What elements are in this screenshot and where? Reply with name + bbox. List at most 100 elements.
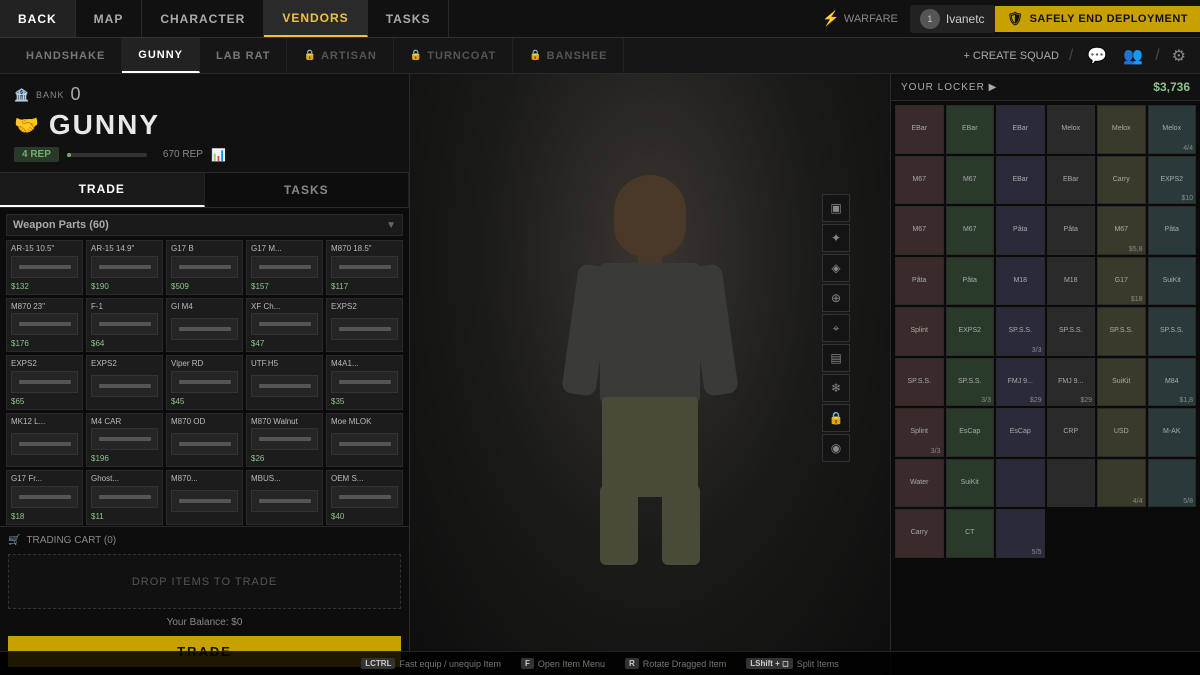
- tool-list-icon[interactable]: ▤: [822, 344, 850, 372]
- list-item[interactable]: M67: [946, 156, 995, 205]
- list-item[interactable]: M67: [895, 156, 944, 205]
- tab-handshake[interactable]: HANDSHAKE: [10, 38, 122, 73]
- nav-map[interactable]: MAP: [76, 0, 143, 37]
- list-item[interactable]: FMJ 9... $29: [996, 358, 1045, 407]
- list-item[interactable]: Melox: [1047, 105, 1096, 154]
- list-item[interactable]: 4/4: [1097, 459, 1146, 508]
- list-item[interactable]: Carry: [1097, 156, 1146, 205]
- list-item[interactable]: G17 B $509: [166, 240, 243, 295]
- list-item[interactable]: CRP: [1047, 408, 1096, 457]
- list-item[interactable]: M4A1... $35: [326, 355, 403, 410]
- list-item[interactable]: EBar: [895, 105, 944, 154]
- list-item[interactable]: EsCap: [946, 408, 995, 457]
- tool-compass-icon[interactable]: ◈: [822, 254, 850, 282]
- list-item[interactable]: XF Ch... $47: [246, 298, 323, 353]
- list-item[interactable]: EBar: [996, 105, 1045, 154]
- tool-crosshair-icon[interactable]: ⌖: [822, 314, 850, 342]
- list-item[interactable]: Melox 4/4: [1148, 105, 1197, 154]
- list-item[interactable]: UTF.H5: [246, 355, 323, 410]
- list-item[interactable]: EBar: [996, 156, 1045, 205]
- list-item[interactable]: M67: [895, 206, 944, 255]
- list-item[interactable]: SP.S.S. 3/3: [946, 358, 995, 407]
- list-item[interactable]: 5/5: [996, 509, 1045, 558]
- category-weapon-parts[interactable]: Weapon Parts (60) ▼: [6, 214, 403, 236]
- list-item[interactable]: EBar: [1047, 156, 1096, 205]
- trade-tab[interactable]: TRADE: [0, 173, 205, 207]
- tasks-tab[interactable]: TASKS: [205, 173, 410, 207]
- list-item[interactable]: Carry: [895, 509, 944, 558]
- list-item[interactable]: SuiKit: [946, 459, 995, 508]
- list-item[interactable]: EBar: [946, 105, 995, 154]
- list-item[interactable]: M67 $5,8: [1097, 206, 1146, 255]
- list-item[interactable]: EXPS2 $10: [1148, 156, 1197, 205]
- list-item[interactable]: SuiKit: [1148, 257, 1197, 306]
- list-item[interactable]: MK12 L...: [6, 413, 83, 468]
- list-item[interactable]: M4 CAR $196: [86, 413, 163, 468]
- list-item[interactable]: M18: [1047, 257, 1096, 306]
- list-item[interactable]: Splint: [895, 307, 944, 356]
- list-item[interactable]: SP.S.S.: [1097, 307, 1146, 356]
- list-item[interactable]: CT: [946, 509, 995, 558]
- list-item[interactable]: Pâta: [996, 206, 1045, 255]
- tool-snowflake-icon[interactable]: ❄: [822, 374, 850, 402]
- list-item[interactable]: M67: [946, 206, 995, 255]
- list-item[interactable]: EXPS2: [946, 307, 995, 356]
- list-item[interactable]: EXPS2: [86, 355, 163, 410]
- list-item[interactable]: AR-15 10.5" $132: [6, 240, 83, 295]
- end-deployment-button[interactable]: 🛡 SAFELY END DEPLOYMENT: [995, 6, 1200, 32]
- list-item[interactable]: SP.S.S.: [1047, 307, 1096, 356]
- items-container[interactable]: Weapon Parts (60) ▼ AR-15 10.5" $132 AR-…: [0, 208, 409, 526]
- list-item[interactable]: Melox: [1097, 105, 1146, 154]
- list-item[interactable]: SuiKit: [1097, 358, 1146, 407]
- list-item[interactable]: SP.S.S.: [1148, 307, 1197, 356]
- list-item[interactable]: Splint 3/3: [895, 408, 944, 457]
- list-item[interactable]: EXPS2 $65: [6, 355, 83, 410]
- list-item[interactable]: G17 M... $157: [246, 240, 323, 295]
- squad-icon[interactable]: 👥: [1119, 44, 1147, 68]
- tool-add-icon[interactable]: ⊕: [822, 284, 850, 312]
- list-item[interactable]: M870...: [166, 470, 243, 525]
- chat-icon[interactable]: 💬: [1083, 44, 1111, 68]
- list-item[interactable]: USD: [1097, 408, 1146, 457]
- list-item[interactable]: Pâta: [946, 257, 995, 306]
- list-item[interactable]: SP.S.S. 3/3: [996, 307, 1045, 356]
- list-item[interactable]: M870 Walnut $26: [246, 413, 323, 468]
- list-item[interactable]: G17 Fr... $18: [6, 470, 83, 525]
- cart-drop-area[interactable]: DROP ITEMS TO TRADE: [8, 554, 401, 609]
- tab-labrat[interactable]: LAB RAT: [200, 38, 287, 73]
- list-item[interactable]: Viper RD $45: [166, 355, 243, 410]
- list-item[interactable]: M-AK: [1148, 408, 1197, 457]
- nav-vendors[interactable]: VENDORS: [264, 0, 367, 37]
- list-item[interactable]: Moe MLOK: [326, 413, 403, 468]
- list-item[interactable]: M870 23" $176: [6, 298, 83, 353]
- tab-gunny[interactable]: GUNNY: [122, 38, 200, 73]
- list-item[interactable]: AR-15 14.9" $190: [86, 240, 163, 295]
- tool-grid-icon[interactable]: ▣: [822, 194, 850, 222]
- list-item[interactable]: GI M4: [166, 298, 243, 353]
- list-item[interactable]: MBUS...: [246, 470, 323, 525]
- list-item[interactable]: Pâta: [895, 257, 944, 306]
- settings-icon[interactable]: ⚙: [1168, 44, 1190, 68]
- tool-lock-icon[interactable]: 🔒: [822, 404, 850, 432]
- nav-back[interactable]: BACK: [0, 0, 76, 37]
- nav-character[interactable]: CHARACTER: [142, 0, 264, 37]
- list-item[interactable]: OEM S... $40: [326, 470, 403, 525]
- list-item[interactable]: M870 OD: [166, 413, 243, 468]
- list-item[interactable]: EsCap: [996, 408, 1045, 457]
- list-item[interactable]: M870 18.5" $117: [326, 240, 403, 295]
- create-squad-button[interactable]: + CREATE SQUAD: [963, 50, 1058, 62]
- list-item[interactable]: G17 $18: [1097, 257, 1146, 306]
- list-item[interactable]: Water: [895, 459, 944, 508]
- list-item[interactable]: FMJ 9... $29: [1047, 358, 1096, 407]
- nav-tasks[interactable]: TASKS: [368, 0, 450, 37]
- list-item[interactable]: M84 $1,8: [1148, 358, 1197, 407]
- list-item[interactable]: M18: [996, 257, 1045, 306]
- list-item[interactable]: SP.S.S.: [895, 358, 944, 407]
- locker-grid[interactable]: EBar EBar EBar Melox Melox Melox 4/4 M67…: [891, 101, 1200, 675]
- tool-circle-icon[interactable]: ◉: [822, 434, 850, 462]
- tool-pin-icon[interactable]: ✦: [822, 224, 850, 252]
- list-item[interactable]: 5/8: [1148, 459, 1197, 508]
- list-item[interactable]: Ghost... $11: [86, 470, 163, 525]
- list-item[interactable]: Pâta: [1148, 206, 1197, 255]
- list-item[interactable]: [1047, 459, 1096, 508]
